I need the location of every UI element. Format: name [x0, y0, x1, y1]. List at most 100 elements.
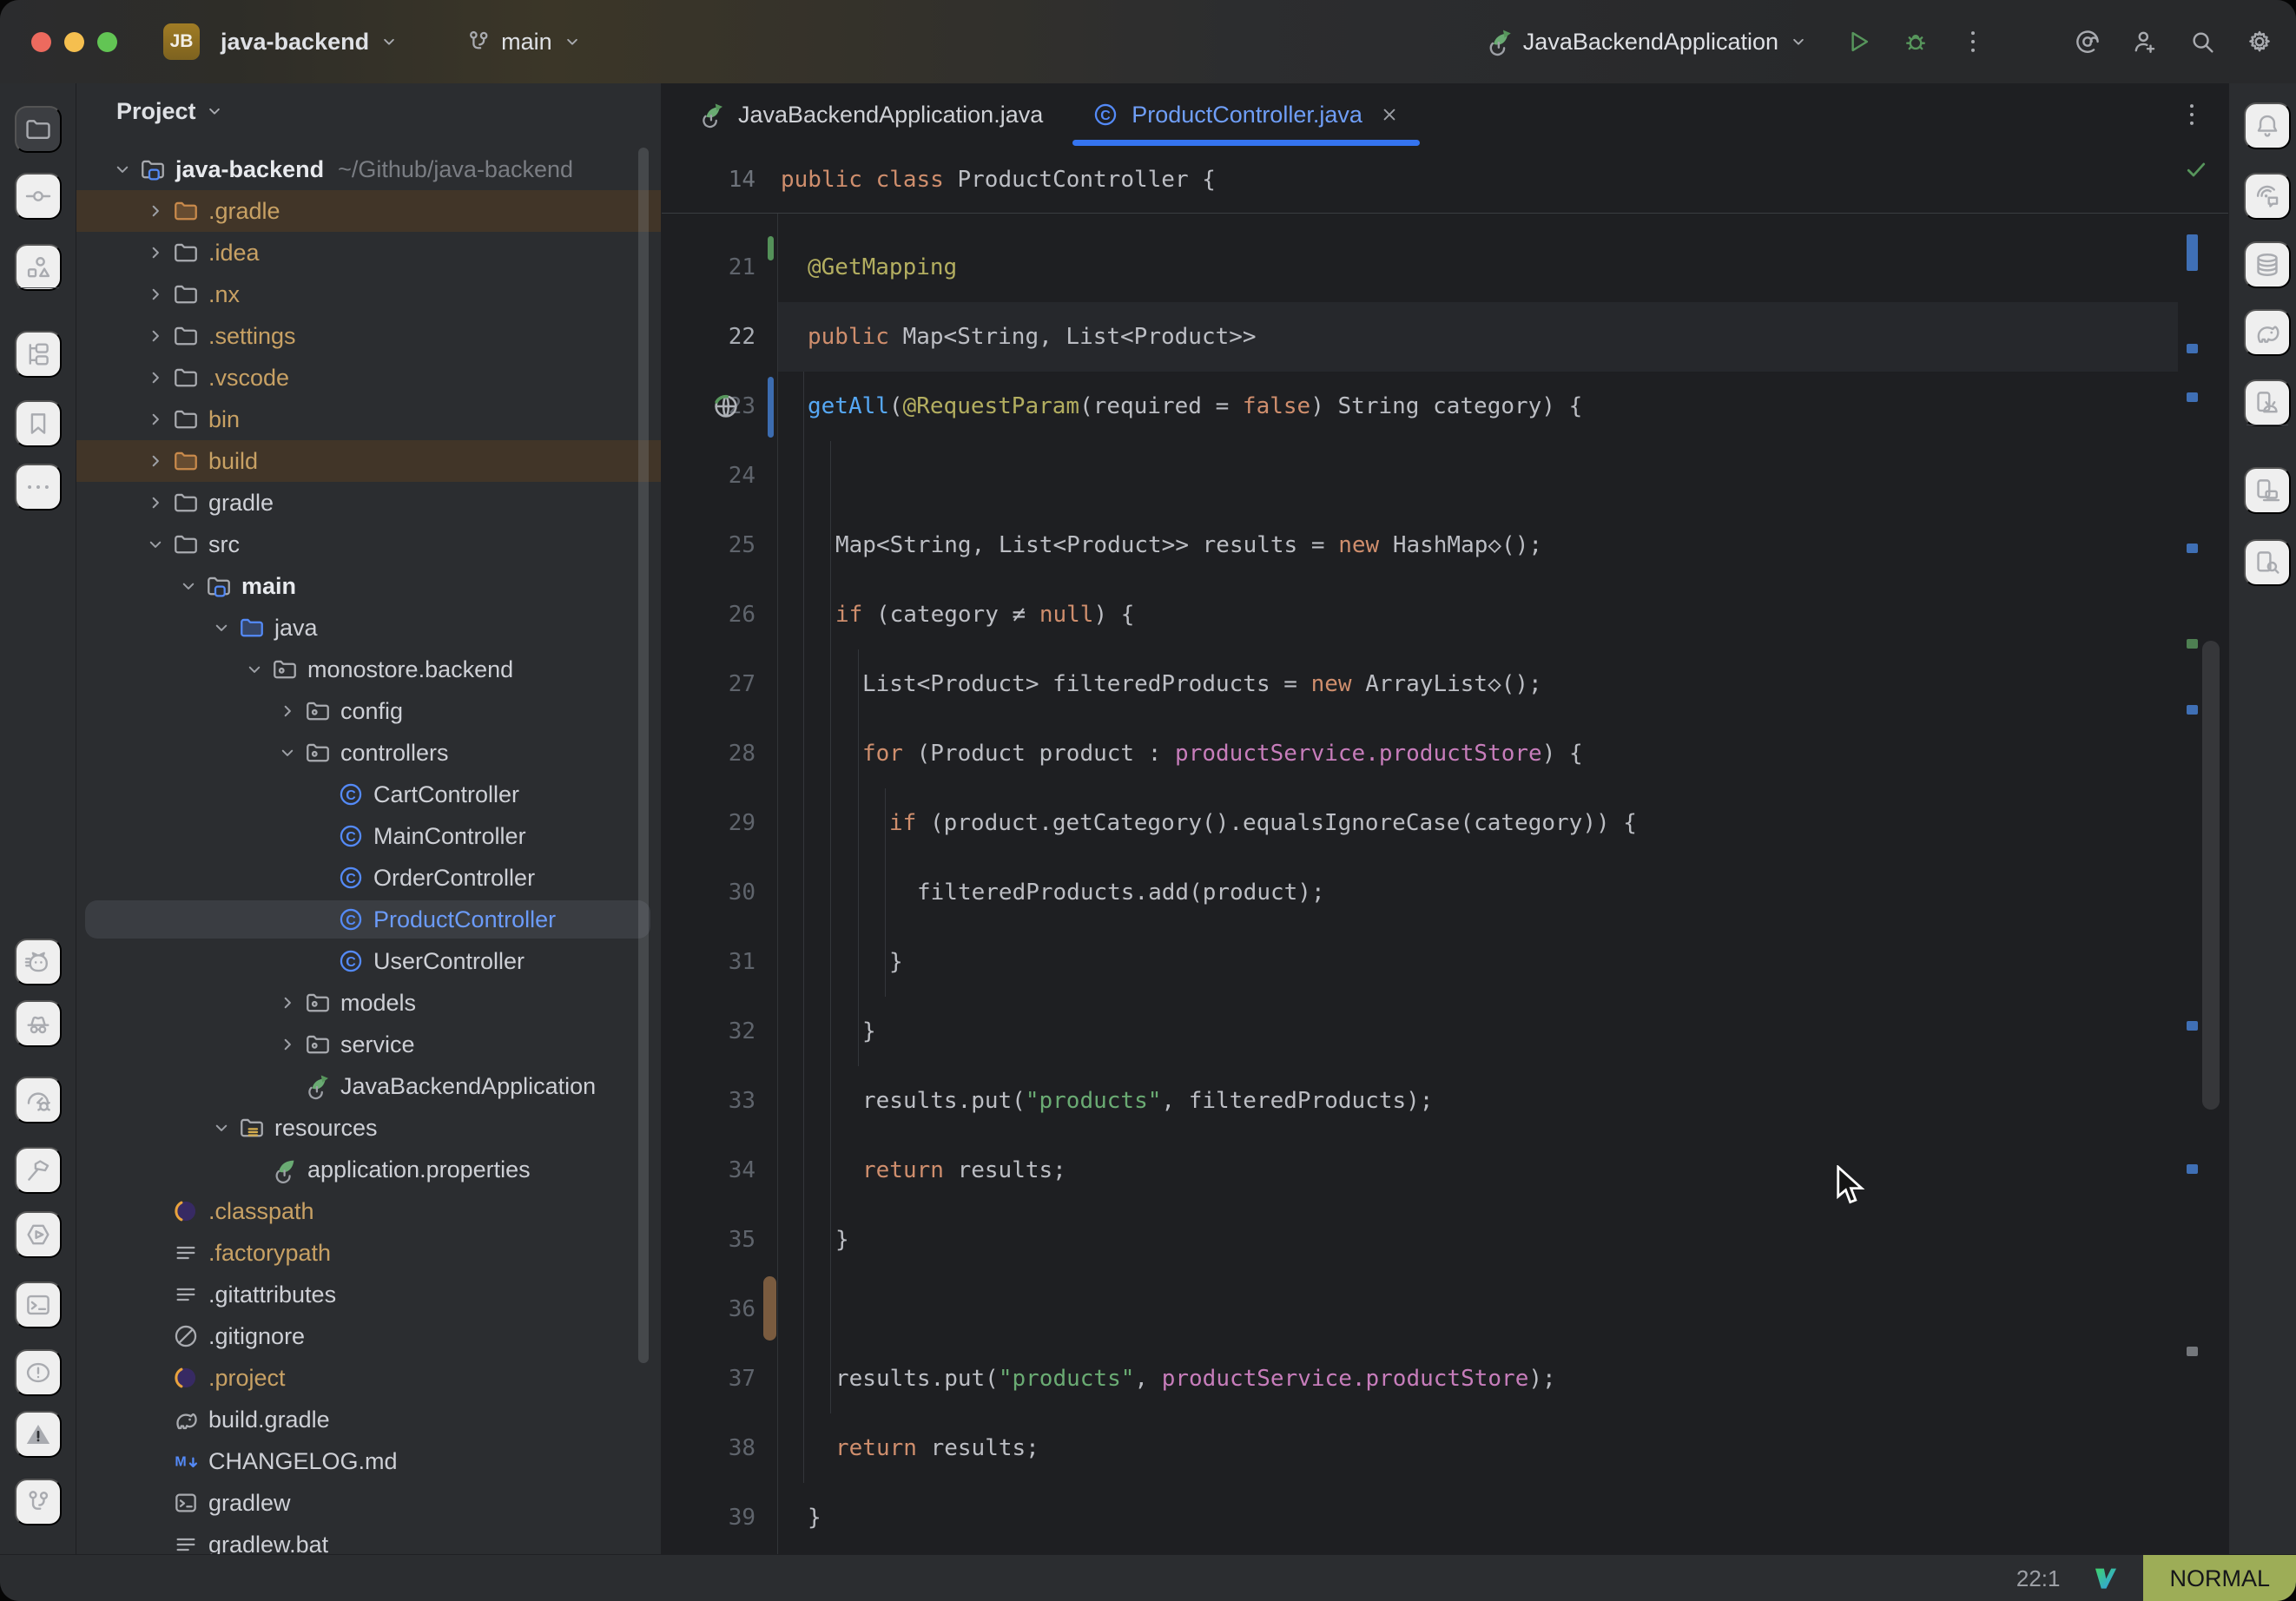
line-number[interactable]: 37: [662, 1344, 755, 1413]
code-line-26[interactable]: 26if (category ≠ null) {: [662, 580, 2228, 649]
editor-scrollbar[interactable]: [2202, 641, 2220, 1110]
tool-button-git-branch[interactable]: [15, 1479, 62, 1525]
line-number[interactable]: 34: [662, 1136, 755, 1205]
chevron-down-icon[interactable]: [106, 157, 139, 181]
error-stripe-mark[interactable]: [2187, 234, 2198, 271]
chevron-right-icon[interactable]: [271, 1032, 304, 1057]
tree-item-ordercontroller[interactable]: COrderController: [76, 857, 661, 899]
line-number[interactable]: 33: [662, 1066, 755, 1136]
chevron-right-icon[interactable]: [271, 699, 304, 723]
code-line-23[interactable]: 23getAll(@RequestParam(required = false)…: [662, 372, 2228, 441]
vim-mode-badge[interactable]: NORMAL: [2143, 1555, 2296, 1601]
tree-item-application-properties[interactable]: application.properties: [76, 1149, 661, 1190]
tool-button-warnings[interactable]: [15, 1411, 62, 1458]
code-line-22[interactable]: 22public Map<String, List<Product>>: [662, 302, 2228, 372]
line-number[interactable]: 36: [662, 1275, 755, 1344]
tree-item-java[interactable]: java: [76, 607, 661, 649]
line-number[interactable]: 25: [662, 511, 755, 580]
tree-item-resources[interactable]: resources: [76, 1107, 661, 1149]
tree-item--vscode[interactable]: .vscode: [76, 357, 661, 399]
tree-item-cartcontroller[interactable]: CCartController: [76, 774, 661, 815]
tool-button-database[interactable]: [2244, 241, 2291, 288]
chevron-down-icon[interactable]: [205, 616, 238, 640]
error-stripe-mark[interactable]: [2187, 1021, 2198, 1031]
tool-button-notifications-bell[interactable]: [2244, 102, 2291, 149]
chevron-right-icon[interactable]: [139, 324, 172, 348]
tree-item-build[interactable]: build: [76, 440, 661, 482]
settings-button[interactable]: [2235, 17, 2284, 66]
tree-item-gradlew[interactable]: gradlew: [76, 1482, 661, 1524]
chevron-right-icon[interactable]: [139, 282, 172, 306]
more-run-actions-button[interactable]: [1949, 17, 1997, 66]
code-line-38[interactable]: 38return results;: [662, 1413, 2228, 1483]
chevron-down-icon[interactable]: [139, 532, 172, 557]
chevron-down-icon[interactable]: [205, 1116, 238, 1140]
tree-item--project[interactable]: .project: [76, 1357, 661, 1399]
tree-item-gradle[interactable]: gradle: [76, 482, 661, 524]
tree-item-productcontroller[interactable]: CProductController: [76, 899, 661, 940]
branch-switcher[interactable]: main: [456, 21, 592, 63]
tree-item-models[interactable]: models: [76, 982, 661, 1024]
tree-item-javabackendapplication[interactable]: JavaBackendApplication: [76, 1065, 661, 1107]
ai-assistant-button[interactable]: [2063, 17, 2112, 66]
ideavim-icon[interactable]: [2091, 1564, 2121, 1593]
code-line-32[interactable]: 32}: [662, 997, 2228, 1066]
tool-button-services[interactable]: [15, 1211, 62, 1258]
line-number[interactable]: 22: [662, 302, 755, 372]
code-editor[interactable]: 21@GetMapping22public Map<String, List<P…: [662, 83, 2228, 1554]
zoom-window-button[interactable]: [97, 32, 117, 52]
code-line-25[interactable]: 25Map<String, List<Product>> results = n…: [662, 511, 2228, 580]
editor-options-button[interactable]: [2176, 99, 2207, 130]
line-number[interactable]: 35: [662, 1205, 755, 1275]
tool-button-more[interactable]: [15, 464, 62, 511]
tool-button-copilot-cat[interactable]: [15, 939, 62, 985]
line-number[interactable]: 31: [662, 927, 755, 997]
code-line-29[interactable]: 29if (product.getCategory().equalsIgnore…: [662, 788, 2228, 858]
tree-item--nx[interactable]: .nx: [76, 273, 661, 315]
tree-item-usercontroller[interactable]: CUserController: [76, 940, 661, 982]
tree-item-maincontroller[interactable]: CMainController: [76, 815, 661, 857]
tool-button-profiler[interactable]: [15, 1077, 62, 1123]
minimize-window-button[interactable]: [64, 32, 84, 52]
tool-button-flow[interactable]: [15, 331, 62, 378]
tool-button-structure[interactable]: [15, 244, 62, 291]
run-button[interactable]: [1834, 17, 1883, 66]
tree-item-gradlew-bat[interactable]: gradlew.bat: [76, 1524, 661, 1554]
error-stripe-mark[interactable]: [2187, 544, 2198, 553]
code-line-21[interactable]: 21@GetMapping: [662, 233, 2228, 302]
close-window-button[interactable]: [31, 32, 51, 52]
code-line-30[interactable]: 30filteredProducts.add(product);: [662, 858, 2228, 927]
tree-item--classpath[interactable]: .classpath: [76, 1190, 661, 1232]
error-stripe-mark[interactable]: [2187, 1164, 2198, 1174]
tool-button-bookmarks[interactable]: [15, 400, 62, 447]
tree-item-main[interactable]: main: [76, 565, 661, 607]
code-with-me-button[interactable]: [2121, 17, 2169, 66]
tree-item-bin[interactable]: bin: [76, 399, 661, 440]
tree-item--idea[interactable]: .idea: [76, 232, 661, 273]
tool-button-problems[interactable]: [15, 1349, 62, 1396]
tool-button-project-folder[interactable]: [15, 106, 62, 153]
line-number[interactable]: 39: [662, 1483, 755, 1552]
tree-item-build-gradle[interactable]: build.gradle: [76, 1399, 661, 1440]
error-stripe-mark[interactable]: [2187, 1347, 2198, 1356]
chevron-right-icon[interactable]: [139, 199, 172, 223]
tool-button-build-hammer[interactable]: [15, 1147, 62, 1194]
tree-item-java-backend[interactable]: java-backend~/Github/java-backend: [76, 148, 661, 190]
chevron-right-icon[interactable]: [139, 366, 172, 390]
tree-item--gradle[interactable]: .gradle: [76, 190, 661, 232]
sticky-line-14[interactable]: 14public class ProductController {: [662, 146, 2228, 214]
error-stripe-mark[interactable]: [2187, 344, 2198, 353]
error-stripe-mark[interactable]: [2187, 392, 2198, 402]
line-number[interactable]: 26: [662, 580, 755, 649]
line-number[interactable]: 24: [662, 441, 755, 511]
project-panel-header[interactable]: Project: [116, 90, 226, 132]
chevron-down-icon[interactable]: [172, 574, 205, 598]
debug-button[interactable]: [1891, 17, 1940, 66]
endpoint-globe-icon[interactable]: [710, 391, 742, 422]
chevron-down-icon[interactable]: [271, 741, 304, 765]
tool-button-ai-chat[interactable]: [2244, 173, 2291, 220]
tree-item--gitattributes[interactable]: .gitattributes: [76, 1274, 661, 1315]
search-everywhere-button[interactable]: [2178, 17, 2227, 66]
chevron-right-icon[interactable]: [139, 449, 172, 473]
line-number[interactable]: 30: [662, 858, 755, 927]
